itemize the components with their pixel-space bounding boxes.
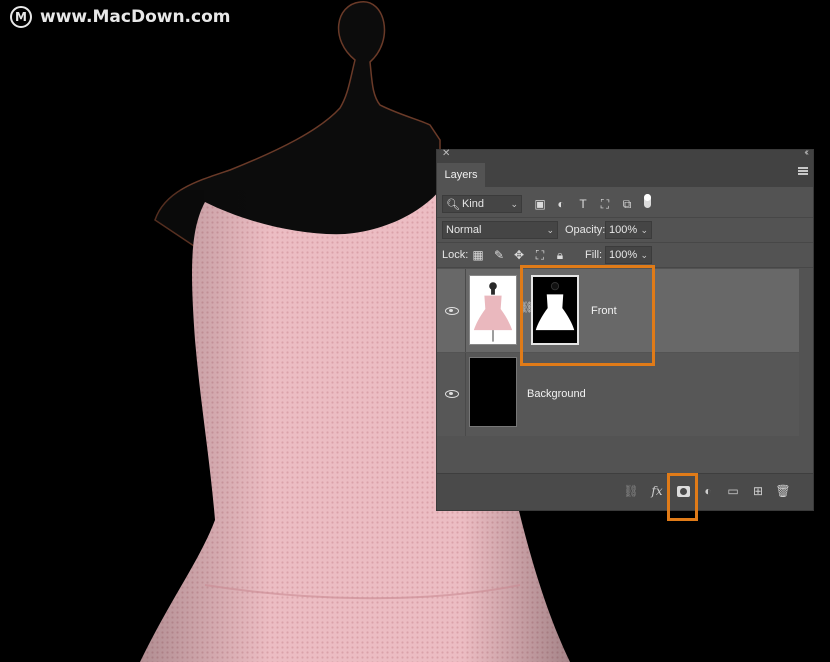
macdown-logo: M [10, 6, 32, 28]
chevron-down-icon[interactable]: ⌄ [640, 250, 648, 261]
tab-layers[interactable]: Layers [437, 163, 485, 187]
kind-filter-label: Kind [461, 198, 484, 210]
chevron-down-icon: ⌄ [546, 224, 554, 235]
collapse-panel-icon[interactable]: ‹‹ [804, 147, 808, 158]
mask-highlight-box [520, 265, 655, 366]
panel-tab-row: Layers [437, 161, 813, 187]
watermark-text: www.MacDown.com [40, 7, 231, 27]
adjustment-filter-icon[interactable]: ◐ [554, 197, 568, 211]
lock-label: Lock: [442, 249, 469, 261]
adjustment-layer-icon[interactable]: ◐ [701, 484, 715, 498]
new-layer-icon[interactable]: ⊞ [751, 484, 765, 498]
layer-thumbnail-background[interactable] [469, 357, 517, 427]
lock-image-pixels-icon[interactable]: ✎ [492, 248, 506, 262]
kind-filter-select[interactable]: 🔍︎ Kind ⌄ [442, 195, 522, 213]
filter-row: 🔍︎ Kind ⌄ ▣ ◐ T ⛶ ⧉ [437, 191, 813, 218]
opacity-label: Opacity: [565, 224, 606, 236]
panel-bottom-toolbar: ⛓ fx ◐ ▭ ⊞ 🗑︎ [437, 473, 813, 510]
add-mask-highlight-box [667, 473, 698, 521]
shape-filter-icon[interactable]: ⛶ [598, 197, 612, 211]
image-filter-icon[interactable]: ▣ [533, 197, 547, 211]
watermark: M www.MacDown.com [10, 6, 230, 28]
search-icon: 🔍︎ [446, 198, 460, 211]
chevron-down-icon: ⌄ [510, 198, 518, 209]
close-panel-icon[interactable]: ✕ [442, 148, 450, 159]
fx-icon[interactable]: fx [650, 484, 664, 498]
blend-mode-value: Normal [446, 224, 482, 236]
delete-icon[interactable]: 🗑︎ [775, 484, 790, 498]
fill-value: 100% [609, 249, 638, 261]
lock-all-icon[interactable]: 🔒︎ [553, 248, 567, 262]
fill-input[interactable]: 100% ⌄ [605, 246, 652, 264]
opacity-input[interactable]: 100% ⌄ [605, 221, 652, 239]
type-filter-icon[interactable]: T [576, 197, 590, 211]
chevron-down-icon[interactable]: ⌄ [640, 225, 648, 236]
link-layers-icon[interactable]: ⛓ [623, 484, 638, 498]
blend-row: Normal ⌄ Opacity: 100% ⌄ [437, 218, 813, 243]
lock-transparent-pixels-icon[interactable]: ▦ [471, 248, 485, 262]
fill-label: Fill: [585, 249, 603, 261]
visibility-eye-icon[interactable] [445, 390, 459, 398]
filter-toggle-icon[interactable] [640, 194, 654, 208]
new-group-icon[interactable]: ▭ [726, 484, 740, 498]
visibility-eye-icon[interactable] [445, 307, 459, 315]
smart-object-filter-icon[interactable]: ⧉ [620, 197, 634, 211]
opacity-value: 100% [609, 224, 638, 236]
blend-mode-select[interactable]: Normal ⌄ [442, 221, 558, 239]
layer-name-background[interactable]: Background [527, 388, 586, 400]
layer-divider [465, 353, 466, 436]
layer-divider [465, 269, 466, 352]
layer-thumbnail-front[interactable] [469, 275, 517, 345]
lock-artboard-icon[interactable]: ⛶ [533, 248, 547, 262]
lock-position-icon[interactable]: ✥ [512, 248, 526, 262]
panel-menu-icon[interactable] [798, 167, 808, 175]
panel-titlebar: ✕ ‹‹ [437, 147, 813, 161]
